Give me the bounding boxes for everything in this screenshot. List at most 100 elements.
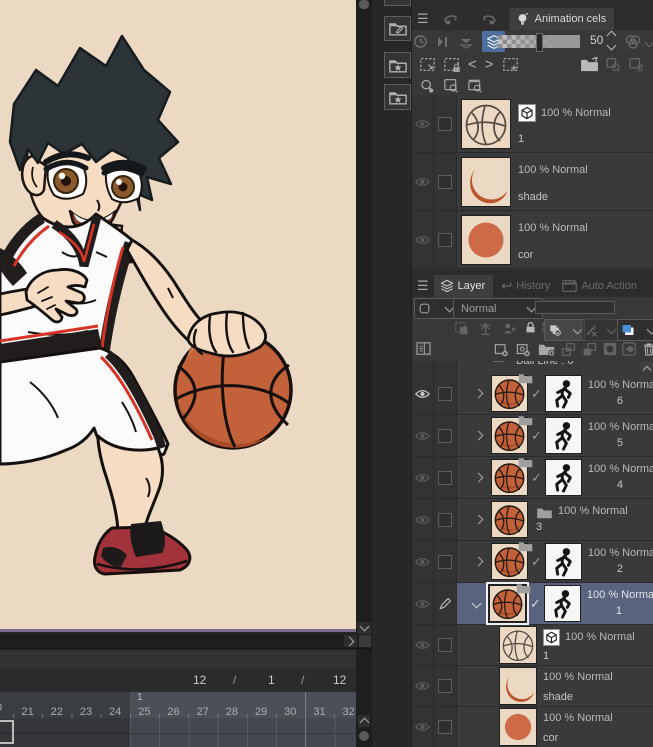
add-cel-icon[interactable] — [500, 57, 522, 72]
child-layer-row-shade[interactable]: 100 % Normal shade — [412, 666, 653, 707]
reference-layer-icon[interactable] — [476, 321, 495, 336]
expand-chevron-icon[interactable] — [473, 388, 484, 399]
cel-row-shade[interactable]: 100 % Normal shade — [412, 153, 653, 211]
visibility-eye-icon[interactable] — [415, 389, 430, 399]
visibility-eye-icon[interactable] — [415, 473, 430, 483]
layer-name[interactable]: 5 — [617, 437, 623, 450]
canvas-viewport[interactable] — [0, 0, 356, 632]
visibility-eye-icon[interactable] — [415, 640, 430, 650]
tab-onion-skin-next[interactable] — [470, 9, 505, 29]
layer-thumbnail[interactable] — [499, 626, 537, 664]
timeline-scroll-up-button[interactable] — [358, 715, 370, 728]
layer-thumbnail[interactable] — [491, 543, 528, 580]
tab-history[interactable]: ↩ History — [493, 275, 558, 297]
tab-onion-skin-prev[interactable] — [434, 9, 469, 29]
canvas-hscroll-right-button[interactable] — [344, 635, 357, 647]
new-vector-layer-icon[interactable] — [513, 342, 533, 357]
cel-thumbnail[interactable] — [461, 98, 511, 149]
material-tab-star-folder-2[interactable] — [384, 84, 411, 110]
tab-animation-cels[interactable]: Animation cels — [508, 8, 615, 30]
layer-checkbox[interactable] — [438, 512, 452, 527]
layer-name[interactable]: 4 — [617, 479, 623, 492]
layer-thumbnail[interactable] — [491, 459, 528, 496]
layer-row-3[interactable]: 100 % Normal 3 — [412, 499, 653, 541]
cel-keyframe-box[interactable] — [0, 720, 14, 744]
layer-list-view-icon[interactable] — [414, 342, 433, 355]
clip-to-layer-icon[interactable] — [452, 321, 471, 336]
lock-cel-icon[interactable] — [440, 57, 462, 72]
material-tab-partial[interactable] — [384, 0, 411, 6]
skip-frame-icon[interactable] — [433, 36, 453, 48]
fps-value[interactable]: 12 — [193, 673, 206, 687]
layer-name[interactable]: 1 — [543, 650, 549, 663]
layer-name[interactable]: shade — [543, 691, 573, 704]
layer-opacity-bar[interactable] — [535, 301, 615, 314]
visibility-eye-icon[interactable] — [415, 119, 430, 129]
current-frame-value[interactable]: 1 — [268, 673, 275, 687]
layer-name[interactable]: cor — [543, 732, 558, 745]
merge-to-lower-icon[interactable] — [580, 342, 599, 357]
layer-thumbnail[interactable] — [491, 375, 528, 412]
timeline-ruler[interactable]: 0 1 212223242526272829303132 — [0, 692, 356, 718]
layer-color-combo[interactable] — [617, 319, 653, 341]
material-tab-edit-folder[interactable] — [384, 16, 411, 41]
layer-row-5[interactable]: ✓ 100 % Normal 5 — [412, 415, 653, 457]
delete-cel-icon[interactable] — [625, 57, 648, 72]
cel-preview-icon[interactable] — [440, 78, 462, 93]
new-layer-icon[interactable] — [491, 342, 511, 357]
prev-cel-button[interactable]: < — [468, 56, 477, 73]
next-cel-button[interactable]: > — [485, 56, 494, 73]
layer-row-2[interactable]: ✓ 100 % Normal 2 — [412, 541, 653, 583]
set-showhide-combo[interactable] — [544, 319, 585, 341]
timeline-thumbnail[interactable] — [543, 585, 581, 622]
playback-time-icon[interactable] — [412, 34, 429, 49]
child-layer-row-cor[interactable]: 100 % Normal cor — [412, 707, 653, 747]
layer-row-1-selected[interactable]: ✓ 100 % Normal 1 — [412, 582, 653, 625]
cel-thumbnail[interactable] — [461, 214, 511, 265]
visibility-eye-icon[interactable] — [415, 177, 430, 187]
layer-checkbox[interactable] — [438, 428, 452, 443]
cel-name[interactable]: 1 — [518, 133, 524, 146]
expand-chevron-icon[interactable] — [473, 556, 484, 567]
delete-layer-icon[interactable] — [640, 342, 653, 357]
layer-name[interactable]: 3 — [536, 521, 542, 534]
tab-auto-action[interactable]: Auto Action — [558, 275, 641, 297]
new-folder-icon[interactable] — [536, 342, 556, 356]
layer-row-6[interactable]: ✓ 100 % Normal 6 — [412, 373, 653, 415]
timeline-thumbnail[interactable] — [544, 459, 582, 496]
visibility-eye-icon[interactable] — [415, 557, 430, 567]
cel-row-cor[interactable]: 100 % Normal cor — [412, 211, 653, 269]
canvas-vscroll-down-button[interactable] — [357, 621, 371, 634]
new-cel-icon[interactable] — [416, 57, 438, 72]
layer-checkbox[interactable] — [438, 720, 452, 734]
layer-checkbox[interactable] — [438, 386, 452, 401]
timeline-scroll-thumb[interactable] — [359, 731, 369, 741]
timeline-thumbnail[interactable] — [544, 543, 582, 580]
visibility-eye-icon[interactable] — [415, 681, 430, 691]
apply-mask-icon[interactable] — [620, 342, 638, 356]
export-cels-icon[interactable] — [578, 56, 602, 72]
layer-thumbnail[interactable] — [491, 417, 528, 454]
cel-name[interactable]: cor — [518, 249, 533, 262]
timeline-thumbnail[interactable] — [544, 375, 582, 412]
panel-menu-icon[interactable]: ☰ — [417, 278, 429, 294]
material-tab-star-folder-1[interactable] — [384, 52, 411, 78]
palette-combo[interactable] — [414, 298, 458, 319]
layer-name[interactable]: 2 — [617, 563, 623, 576]
slider-handle[interactable] — [536, 33, 543, 52]
cel-thumbnail[interactable] — [461, 156, 511, 207]
cel-row-1[interactable]: 100 % Normal 1 — [412, 95, 653, 153]
cel-checkbox[interactable] — [438, 174, 452, 189]
cel-search-icon[interactable] — [416, 78, 438, 93]
opacity-value[interactable]: 50 — [590, 33, 603, 47]
cel-name[interactable]: shade — [518, 191, 548, 204]
layer-checkbox[interactable] — [438, 679, 452, 693]
draft-layer-icon[interactable] — [500, 321, 519, 336]
panel-menu-icon[interactable]: ☰ — [417, 11, 429, 27]
cel-checkbox[interactable] — [438, 116, 452, 131]
layer-name[interactable]: 1 — [616, 605, 622, 618]
visibility-eye-icon[interactable] — [415, 515, 430, 525]
layer-checkbox[interactable] — [438, 554, 452, 569]
timeline-thumbnail[interactable] — [544, 417, 582, 454]
cel-preview2-icon[interactable] — [464, 78, 486, 93]
